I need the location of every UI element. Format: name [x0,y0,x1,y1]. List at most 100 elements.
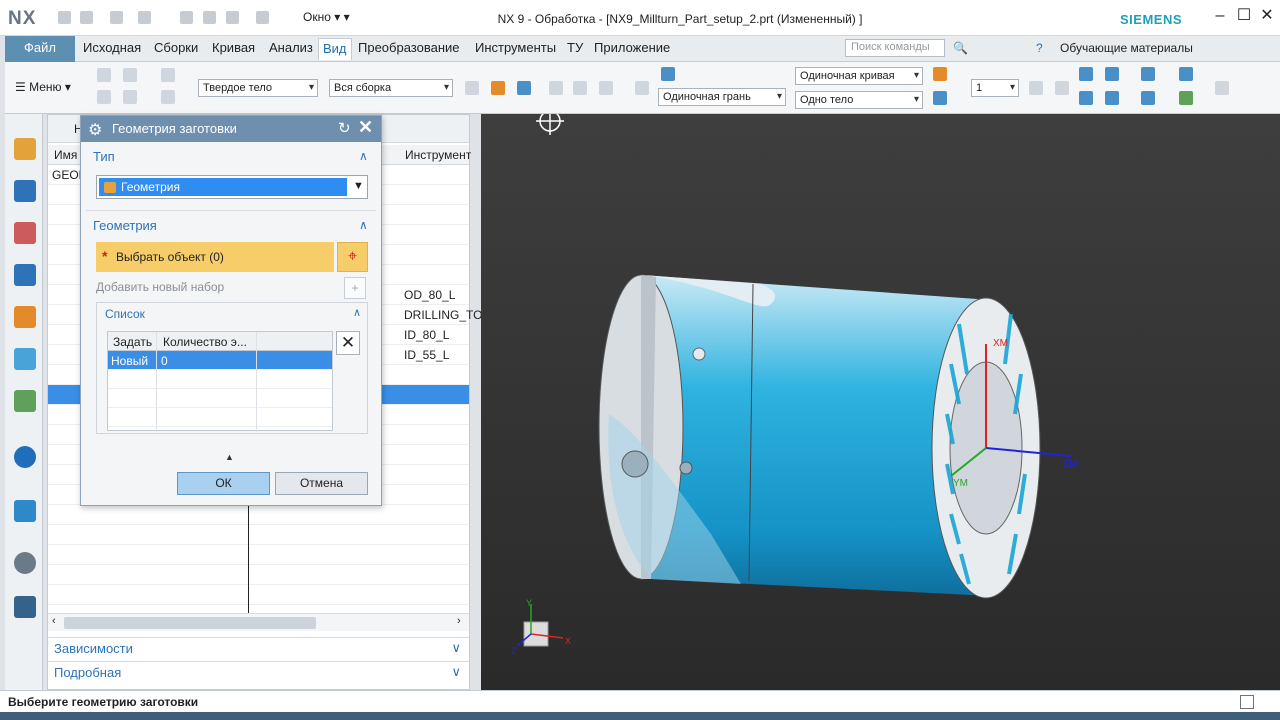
scrollbar-thumb[interactable] [64,617,316,629]
table-row[interactable] [48,545,469,565]
maximize-window-button[interactable]: ☐ [1234,6,1254,26]
list-group-title[interactable]: Список [105,307,145,321]
type-select[interactable]: Геометрия ▼ [96,175,368,199]
geometry-group-title[interactable]: Геометрия [93,218,157,233]
ok-button[interactable]: ОК [177,472,270,495]
window-menu[interactable]: Окно ▾ ▾ [303,10,350,24]
table-row[interactable] [48,525,469,545]
close-icon[interactable]: ✕ [358,117,373,138]
filter-icon[interactable] [465,81,479,95]
column-tool[interactable]: Инструмент [405,148,471,162]
menu-assemblies[interactable]: Сборки [154,40,198,55]
view-icon[interactable] [1055,81,1069,95]
reset-icon[interactable]: ↻ [338,119,351,137]
snap-icon[interactable] [97,90,111,104]
lasso-icon[interactable] [599,81,613,95]
table-row[interactable] [48,585,469,605]
commands-icon[interactable] [256,11,269,24]
display-icon[interactable] [1141,91,1155,105]
horizontal-scrollbar[interactable]: ‹ › [48,613,469,631]
shade-icon[interactable] [1105,91,1119,105]
command-search-input[interactable]: Поиск команды [845,39,945,57]
menu-tu[interactable]: ТУ [567,40,583,55]
geometry-view-icon[interactable] [14,264,36,286]
fullscreen-icon[interactable] [1240,695,1254,709]
method-icon[interactable] [14,222,36,244]
search-icon[interactable]: 🔍 [953,41,968,55]
table-row[interactable] [48,565,469,585]
type-group-title[interactable]: Тип [93,149,115,164]
body-rule-select[interactable]: Одно тело [795,91,923,109]
menu-file[interactable]: Файл [5,36,75,62]
copy-icon[interactable] [203,11,216,24]
minimize-window-button[interactable]: – [1210,6,1230,26]
menu-tools[interactable]: Инструменты [475,40,556,55]
palette-icon[interactable] [14,348,36,370]
face-rule-select[interactable]: Одиночная грань [658,88,786,106]
settings-gear-icon[interactable]: ⚙ [88,120,102,140]
scope-filter-select[interactable]: Вся сборка [329,79,453,97]
chevron-down-icon[interactable]: ▼ [353,180,364,192]
header-set[interactable]: Задать [113,335,152,349]
measure-icon[interactable] [1215,81,1229,95]
menu-view[interactable]: Вид [318,38,352,60]
header-count[interactable]: Количество э... [163,335,247,349]
snap-icon[interactable] [161,68,175,82]
arrow-right-icon[interactable] [933,91,947,105]
view-icon[interactable] [1029,81,1043,95]
web-icon[interactable] [14,500,36,522]
grid-icon[interactable] [1105,67,1119,81]
reuse-library-icon[interactable] [14,306,36,328]
view-icon[interactable] [1179,91,1193,105]
snap-icon[interactable] [97,68,111,82]
body-icon[interactable] [661,67,675,81]
info-icon[interactable] [14,446,36,468]
cut-icon[interactable] [180,11,193,24]
menu-application[interactable]: Приложение [594,40,670,55]
refresh-icon[interactable] [1079,67,1093,81]
close-window-button[interactable]: ✕ [1257,6,1277,26]
chevron-up-icon[interactable]: ∧ [359,218,368,232]
library-icon[interactable] [14,390,36,412]
menu-analysis[interactable]: Анализ [269,40,313,55]
dependencies-section[interactable]: Зависимости ∨ [48,637,469,659]
new-file-icon[interactable] [58,11,71,24]
select-all-icon[interactable] [517,81,531,95]
machine-tool-icon[interactable] [14,180,36,202]
undo-icon[interactable] [138,11,151,24]
select-icon[interactable] [635,81,649,95]
type-filter-select[interactable]: Твердое тело [198,79,318,97]
open-file-icon[interactable] [80,11,93,24]
curve-rule-select[interactable]: Одиночная кривая [795,67,923,85]
menu-dropdown[interactable]: ☰ Меню ▾ [15,80,71,94]
menu-home[interactable]: Исходная [83,40,141,55]
collapse-arrow-icon[interactable]: ▲ [225,452,234,462]
scroll-right-icon[interactable]: › [457,615,461,627]
table-row[interactable] [108,389,332,408]
history-icon[interactable] [14,552,36,574]
table-row[interactable] [48,505,469,525]
selection-icon[interactable] [491,81,505,95]
scroll-left-icon[interactable]: ‹ [52,615,56,627]
dialog-titlebar[interactable]: ⚙ Геометрия заготовки ↻ ✕ [81,116,381,142]
chevron-up-icon[interactable]: ∧ [353,306,361,319]
snap-point-icon[interactable] [933,67,947,81]
select-icon[interactable] [549,81,563,95]
delete-set-button[interactable]: ✕ [336,331,360,355]
table-row[interactable] [108,408,332,427]
snap-icon[interactable] [123,68,137,82]
edit-icon[interactable] [1079,91,1093,105]
details-section[interactable]: Подробная ∨ [48,661,469,683]
table-row[interactable]: Новый 0 [108,351,332,370]
paste-icon[interactable] [226,11,239,24]
add-set-button[interactable]: + [344,277,366,299]
table-row[interactable] [108,370,332,389]
tutorials-link[interactable]: Обучающие материалы [1060,41,1193,55]
part-model[interactable]: XM ZM YM Y X Z [481,114,1280,690]
select-object-field[interactable]: * Выбрать объект (0) [96,242,334,272]
cancel-button[interactable]: Отмена [275,472,368,495]
operation-navigator-icon[interactable] [14,138,36,160]
graphics-viewport[interactable]: XM ZM YM Y X Z [481,114,1280,690]
snap-icon[interactable] [123,90,137,104]
chevron-up-icon[interactable]: ∧ [359,149,368,163]
